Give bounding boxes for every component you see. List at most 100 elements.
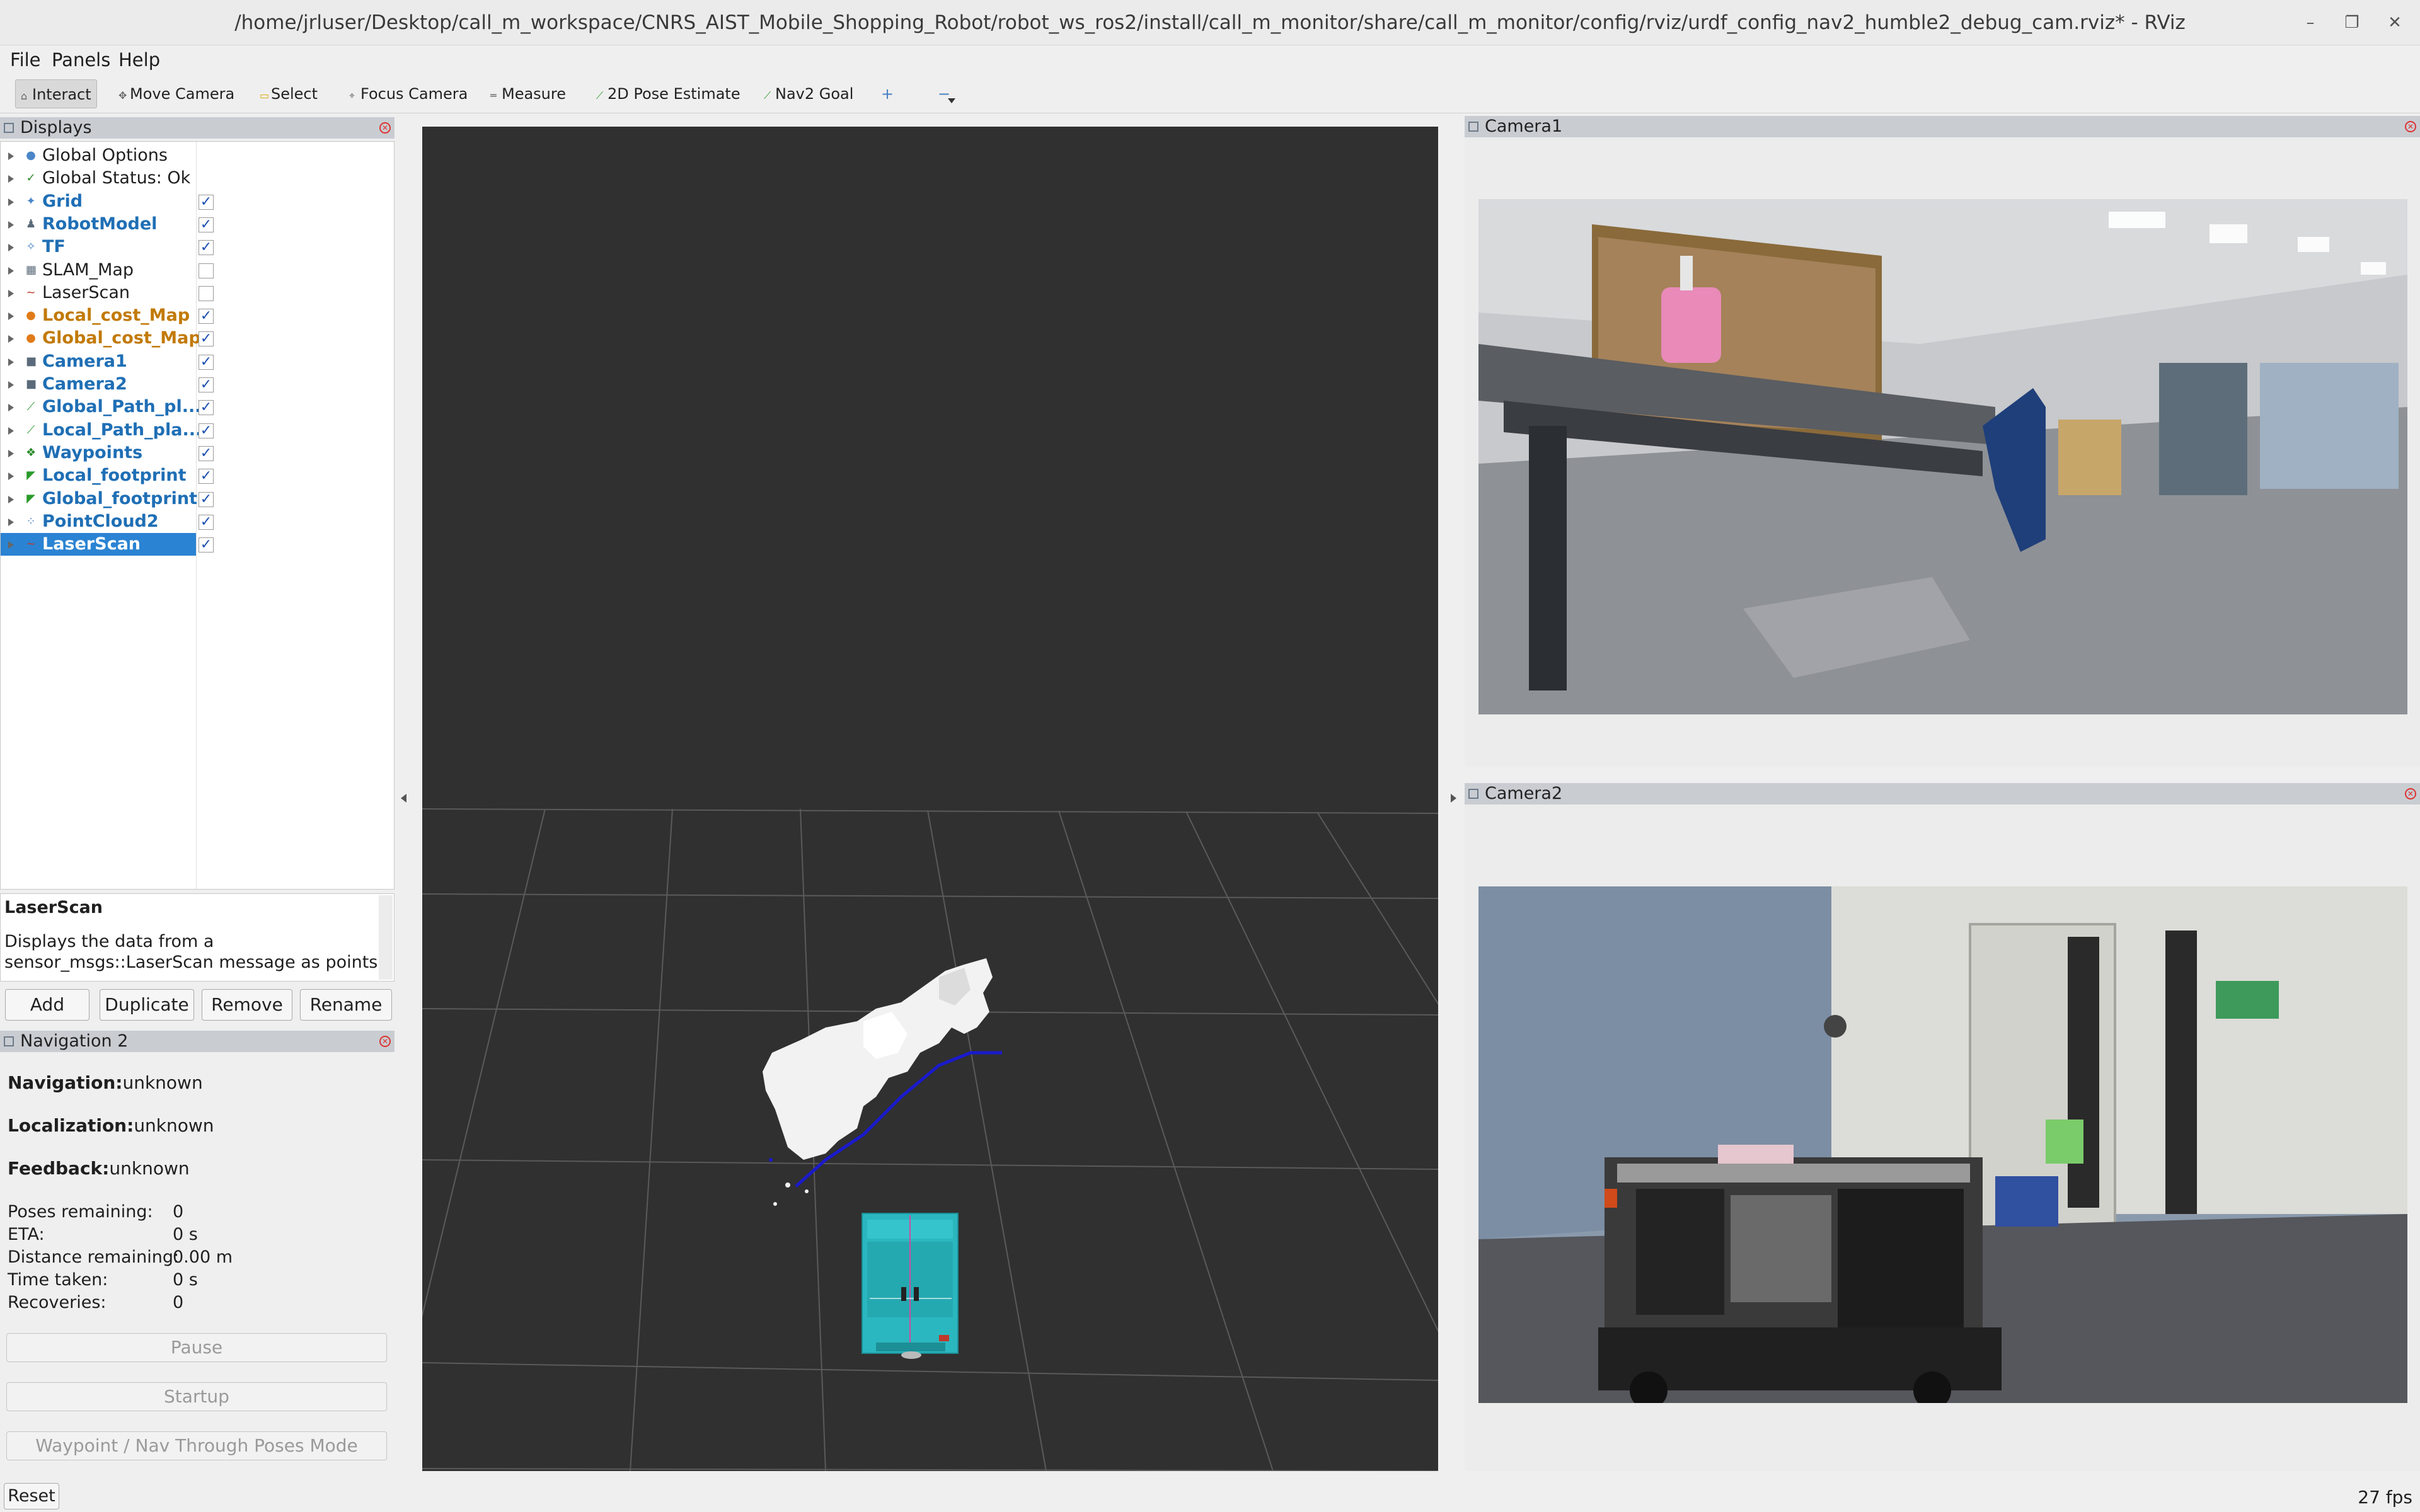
expand-arrow-icon[interactable]	[8, 312, 14, 321]
dock-float-icon[interactable]	[1468, 789, 1478, 799]
display-item[interactable]: ◤ Global_footprint ✓	[1, 488, 394, 510]
display-enable-checkbox[interactable]: ✓	[199, 445, 214, 461]
waypoint-mode-button[interactable]: Waypoint / Nav Through Poses Mode	[6, 1431, 387, 1460]
eta-row: ETA: 0 s	[8, 1225, 198, 1244]
display-item[interactable]: ⟋ Global_Path_pl... ✓	[1, 396, 394, 418]
nav2-panel-header[interactable]: Navigation 2 ✕	[0, 1031, 395, 1052]
expand-arrow-icon[interactable]	[8, 220, 14, 229]
display-enable-checkbox[interactable]: ✓	[199, 423, 214, 438]
display-item[interactable]: ■ Camera1 ✓	[1, 350, 394, 373]
focus-camera-tool-button[interactable]: ⌖ Focus Camera	[344, 79, 473, 108]
display-item[interactable]: ▦ SLAM_Map	[1, 259, 394, 282]
display-enable-checkbox[interactable]: ✓	[199, 331, 214, 347]
close-icon[interactable]: ✕	[379, 122, 391, 134]
expand-arrow-icon[interactable]	[8, 472, 14, 481]
close-icon[interactable]: ✕	[379, 1036, 391, 1047]
collapse-right-icon[interactable]	[1451, 794, 1456, 803]
reset-button[interactable]: Reset	[4, 1483, 59, 1509]
menu-file[interactable]: File	[8, 49, 43, 71]
display-item[interactable]: ● Local_cost_Map ✓	[1, 304, 394, 327]
expand-arrow-icon[interactable]	[8, 427, 14, 435]
display-item[interactable]: ✧ TF ✓	[1, 236, 394, 258]
display-item[interactable]: ~ LaserScan	[1, 282, 394, 304]
expand-arrow-icon[interactable]	[8, 541, 14, 549]
menu-panels[interactable]: Panels	[49, 49, 113, 71]
close-icon[interactable]: ✕	[2382, 10, 2407, 35]
move-camera-tool-button[interactable]: ✥ Move Camera	[113, 79, 239, 108]
display-item[interactable]: ⟋ Local_Path_pla... ✓	[1, 419, 394, 442]
dock-float-icon[interactable]	[4, 1036, 14, 1046]
collapse-left-icon[interactable]	[401, 794, 406, 803]
displays-tree[interactable]: ● Global Options ✓ Global Status: Ok ✦ Grid ✓ ♟…	[0, 141, 395, 890]
close-icon[interactable]: ✕	[2405, 788, 2416, 799]
menu-help[interactable]: Help	[116, 49, 163, 71]
minimize-icon[interactable]: –	[2298, 10, 2323, 35]
description-scrollbar[interactable]	[379, 895, 393, 980]
recoveries-value: 0	[173, 1293, 184, 1312]
nav2-goal-tool-button[interactable]: ⟋ Nav2 Goal	[759, 79, 858, 108]
pause-button[interactable]: Pause	[6, 1333, 387, 1362]
expand-arrow-icon[interactable]	[8, 289, 14, 297]
dock-float-icon[interactable]	[4, 123, 14, 133]
display-item[interactable]: ♟ RobotModel ✓	[1, 213, 394, 236]
display-enable-checkbox[interactable]: ✓	[199, 514, 214, 530]
expand-arrow-icon[interactable]	[8, 358, 14, 366]
display-item[interactable]: ❖ Waypoints ✓	[1, 442, 394, 464]
expand-arrow-icon[interactable]	[8, 495, 14, 503]
remove-display-button[interactable]: Remove	[202, 989, 292, 1021]
measure-tool-button[interactable]: ═ Measure	[485, 79, 571, 108]
display-item[interactable]: ■ Camera2 ✓	[1, 373, 394, 396]
expand-arrow-icon[interactable]	[8, 152, 14, 160]
restore-icon[interactable]: ❐	[2339, 10, 2365, 35]
window-titlebar[interactable]: /home/jrluser/Desktop/call_m_workspace/C…	[0, 0, 2420, 45]
remove-tool-button[interactable]: −	[933, 79, 955, 108]
3d-viewport[interactable]	[422, 127, 1438, 1471]
display-enable-checkbox[interactable]: ✓	[199, 309, 214, 324]
displays-panel-header[interactable]: Displays ✕	[0, 117, 395, 139]
tool-dropdown-icon[interactable]	[948, 98, 955, 103]
close-icon[interactable]: ✕	[2405, 121, 2416, 132]
display-enable-checkbox[interactable]: ✓	[199, 491, 214, 507]
display-item[interactable]: ⁘ PointCloud2 ✓	[1, 510, 394, 533]
expand-arrow-icon[interactable]	[8, 266, 14, 275]
display-item[interactable]: ✦ Grid ✓	[1, 190, 394, 213]
add-display-button[interactable]: Add	[5, 989, 89, 1021]
startup-button[interactable]: Startup	[6, 1382, 387, 1411]
duplicate-display-button[interactable]: Duplicate	[100, 989, 194, 1021]
expand-arrow-icon[interactable]	[8, 335, 14, 343]
expand-arrow-icon[interactable]	[8, 381, 14, 389]
camera2-panel-header[interactable]: Camera2 ✕	[1465, 783, 2420, 805]
camera2-view[interactable]	[1465, 805, 2420, 1471]
interact-tool-button[interactable]: ⌂ Interact	[15, 79, 97, 108]
display-enable-checkbox[interactable]	[199, 263, 214, 278]
expand-arrow-icon[interactable]	[8, 198, 14, 206]
camera2-panel-title: Camera2	[1485, 784, 1563, 803]
display-item[interactable]: ◤ Local_footprint ✓	[1, 464, 394, 487]
rename-display-button[interactable]: Rename	[300, 989, 392, 1021]
pose-estimate-tool-button[interactable]: ⟋ 2D Pose Estimate	[591, 79, 746, 108]
expand-arrow-icon[interactable]	[8, 518, 14, 526]
expand-arrow-icon[interactable]	[8, 404, 14, 412]
display-enable-checkbox[interactable]: ✓	[199, 217, 214, 232]
display-enable-checkbox[interactable]: ✓	[199, 354, 214, 370]
display-item-label: Camera2	[42, 374, 127, 394]
display-item[interactable]: ✓ Global Status: Ok	[1, 167, 394, 190]
expand-arrow-icon[interactable]	[8, 449, 14, 457]
display-enable-checkbox[interactable]: ✓	[199, 537, 214, 553]
dock-float-icon[interactable]	[1468, 122, 1478, 132]
expand-arrow-icon[interactable]	[8, 175, 14, 183]
display-enable-checkbox[interactable]: ✓	[199, 240, 214, 256]
expand-arrow-icon[interactable]	[8, 244, 14, 252]
display-enable-checkbox[interactable]: ✓	[199, 400, 214, 416]
display-enable-checkbox[interactable]	[199, 285, 214, 301]
display-item[interactable]: ● Global Options	[1, 144, 394, 167]
camera1-view[interactable]	[1465, 137, 2420, 767]
display-item[interactable]: ● Global_cost_Map ✓	[1, 327, 394, 350]
display-enable-checkbox[interactable]: ✓	[199, 469, 214, 484]
select-tool-button[interactable]: ▭ Select	[255, 79, 323, 108]
display-enable-checkbox[interactable]: ✓	[199, 194, 214, 210]
display-item[interactable]: ~ LaserScan ✓	[1, 533, 394, 556]
add-tool-button[interactable]: +	[876, 79, 899, 108]
display-enable-checkbox[interactable]: ✓	[199, 377, 214, 392]
camera1-panel-header[interactable]: Camera1 ✕	[1465, 116, 2420, 137]
